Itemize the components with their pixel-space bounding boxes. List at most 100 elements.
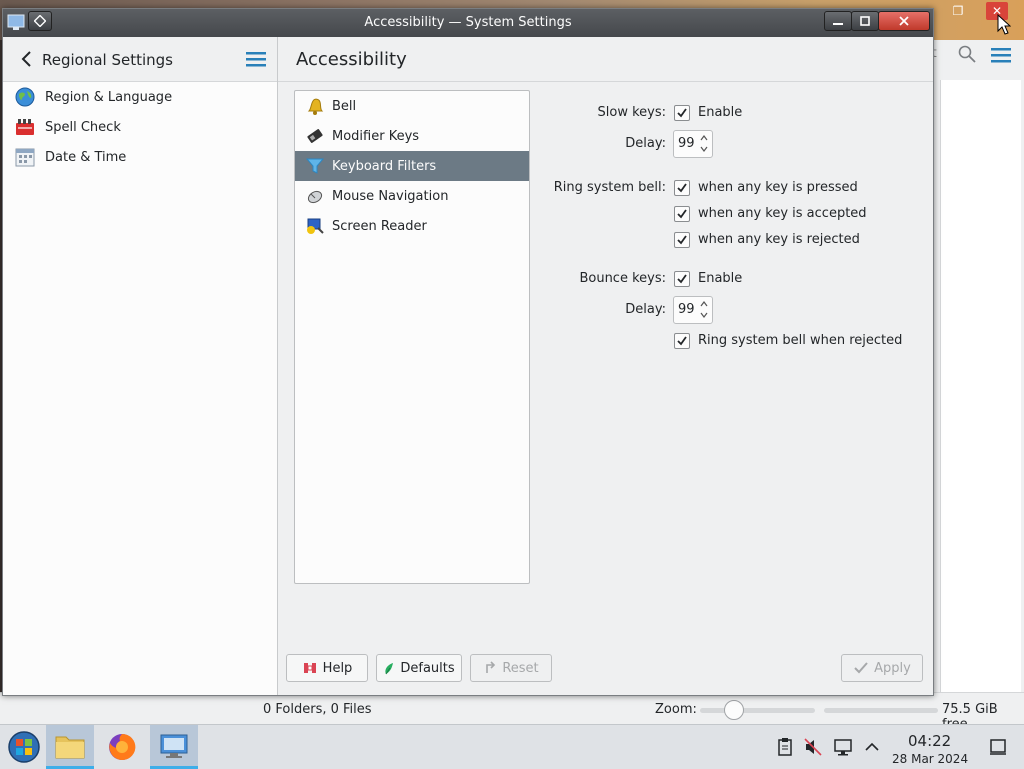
ring-pressed-label[interactable]: when any key is pressed <box>698 180 858 195</box>
screen-reader-icon <box>304 215 326 237</box>
defaults-button[interactable]: Defaults <box>376 654 462 682</box>
firefox-icon <box>109 733 136 760</box>
ring-rejected-checkbox[interactable] <box>674 232 690 248</box>
taskbar-system-settings[interactable] <box>150 725 198 769</box>
category-label: Mouse Navigation <box>332 188 449 204</box>
bounce-ring-label[interactable]: Ring system bell when rejected <box>698 333 902 348</box>
checkmark-icon <box>853 661 869 675</box>
keyboard-key-icon <box>304 125 326 147</box>
sidebar-title: Regional Settings <box>42 51 174 69</box>
calendar-icon <box>13 146 37 168</box>
defaults-button-label: Defaults <box>400 660 455 676</box>
category-item-bell[interactable]: Bell <box>295 91 529 121</box>
category-item-screen-reader[interactable]: Screen Reader <box>295 211 529 241</box>
search-icon[interactable] <box>957 44 977 64</box>
hamburger-menu-icon[interactable] <box>246 51 266 67</box>
slow-keys-label: Slow keys: <box>597 105 667 120</box>
bounce-keys-label: Bounce keys: <box>579 271 666 286</box>
bounce-keys-delay-spinbox[interactable]: 99 <box>673 296 713 324</box>
category-item-keyboard-filters[interactable]: Keyboard Filters <box>295 151 529 181</box>
minimize-icon <box>833 23 843 25</box>
slow-keys-delay-spinbox[interactable]: 99 <box>673 130 713 158</box>
clipboard-icon[interactable] <box>775 737 795 757</box>
taskbar-firefox[interactable] <box>98 725 146 769</box>
filter-icon <box>304 155 326 177</box>
hamburger-menu-icon[interactable] <box>990 46 1012 64</box>
sidebar-item-label: Spell Check <box>45 119 121 135</box>
sidebar-item-date-time[interactable]: Date & Time <box>3 142 277 172</box>
free-space-bar <box>824 708 938 713</box>
checkmark-icon <box>677 108 687 118</box>
category-list: Bell Modifier Keys Keyboard Filters Mous… <box>294 90 530 584</box>
category-item-modifier-keys[interactable]: Modifier Keys <box>295 121 529 151</box>
bounce-ring-checkbox[interactable] <box>674 333 690 349</box>
mouse-cursor-icon <box>997 14 1011 35</box>
reset-arrow-icon <box>483 661 497 675</box>
category-label: Bell <box>332 98 357 114</box>
minimize-button[interactable] <box>824 11 852 31</box>
zoom-slider-handle[interactable] <box>724 700 744 720</box>
system-settings-window: Accessibility — System Settings Regional… <box>2 8 934 696</box>
apply-button[interactable]: Apply <box>841 654 923 682</box>
mouse-icon <box>304 185 326 207</box>
category-label: Keyboard Filters <box>332 158 437 174</box>
help-button[interactable]: Help <box>286 654 368 682</box>
maximize-icon <box>860 16 870 26</box>
taskbar-file-manager[interactable] <box>46 725 94 769</box>
chevron-up-icon[interactable] <box>862 737 882 757</box>
bounce-keys-enable-label[interactable]: Enable <box>698 271 742 286</box>
checkmark-icon <box>677 183 687 193</box>
folder-file-count: 0 Folders, 0 Files <box>263 702 372 717</box>
start-orb-icon <box>8 731 40 763</box>
checkmark-icon <box>677 235 687 245</box>
window-titlebar[interactable]: Accessibility — System Settings <box>3 9 933 37</box>
spin-down-icon[interactable] <box>699 144 709 154</box>
taskbar: 04:22 28 Mar 2024 <box>0 724 1024 769</box>
checkmark-icon <box>677 274 687 284</box>
sidebar-item-label: Date & Time <box>45 149 127 165</box>
zoom-label: Zoom: <box>655 702 697 717</box>
defaults-icon <box>383 661 395 675</box>
slow-keys-delay-label: Delay: <box>625 136 666 151</box>
window-title: Accessibility — System Settings <box>364 15 572 30</box>
category-item-mouse-navigation[interactable]: Mouse Navigation <box>295 181 529 211</box>
page-title: Accessibility <box>296 49 407 70</box>
reset-button[interactable]: Reset <box>470 654 552 682</box>
bounce-keys-checkbox[interactable] <box>674 271 690 287</box>
sidebar-item-region-language[interactable]: Region & Language <box>3 82 277 112</box>
clock-date[interactable]: 28 Mar 2024 <box>892 752 968 766</box>
category-label: Modifier Keys <box>332 128 420 144</box>
checkmark-icon <box>677 209 687 219</box>
sidebar-item-spell-check[interactable]: Spell Check <box>3 112 277 142</box>
help-button-label: Help <box>322 660 353 676</box>
bell-icon <box>304 95 326 117</box>
show-desktop-icon[interactable] <box>988 737 1008 757</box>
background-file-view[interactable] <box>940 80 1021 692</box>
spin-up-icon[interactable] <box>699 299 709 309</box>
maximize-button[interactable] <box>851 11 879 31</box>
slow-keys-checkbox[interactable] <box>674 105 690 121</box>
clock-time[interactable]: 04:22 <box>908 732 951 750</box>
back-arrow-icon[interactable] <box>19 50 33 68</box>
zoom-slider[interactable] <box>700 708 815 713</box>
checkmark-icon <box>677 336 687 346</box>
network-icon[interactable] <box>833 737 853 757</box>
bounce-keys-delay-label: Delay: <box>625 302 666 317</box>
ring-accepted-checkbox[interactable] <box>674 206 690 222</box>
content-pane: Accessibility Bell Modifier Keys Keyboar… <box>278 37 933 695</box>
close-button[interactable] <box>878 11 930 31</box>
spinbox-value[interactable]: 99 <box>678 136 695 151</box>
spinbox-value[interactable]: 99 <box>678 302 695 317</box>
ring-rejected-label[interactable]: when any key is rejected <box>698 232 860 247</box>
ring-pressed-checkbox[interactable] <box>674 180 690 196</box>
close-icon <box>899 16 909 26</box>
ring-bell-label: Ring system bell: <box>553 180 666 195</box>
spin-up-icon[interactable] <box>699 133 709 143</box>
bg-restore-button[interactable]: ❐ <box>947 2 969 20</box>
spin-down-icon[interactable] <box>699 310 709 320</box>
slow-keys-enable-label[interactable]: Enable <box>698 105 742 120</box>
volume-muted-icon[interactable] <box>803 737 823 757</box>
start-menu-button[interactable] <box>0 725 48 769</box>
ring-accepted-label[interactable]: when any key is accepted <box>698 206 867 221</box>
spellcheck-icon <box>13 116 37 138</box>
